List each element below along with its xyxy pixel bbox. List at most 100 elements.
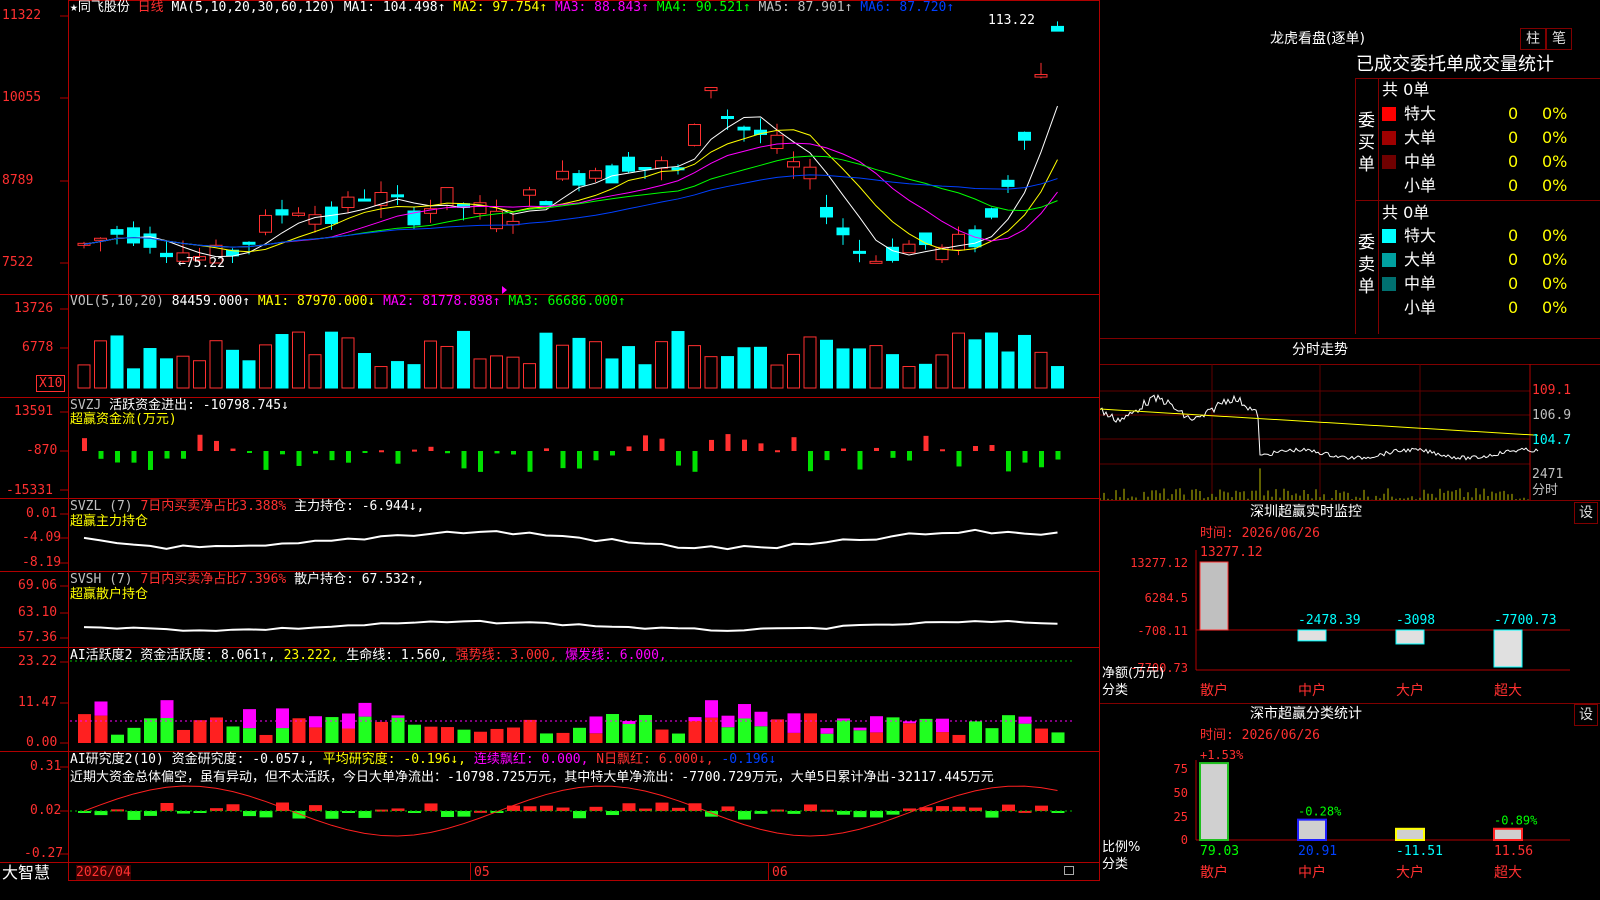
bar-mode-button[interactable]: 柱 (1520, 28, 1546, 50)
flow-bar (478, 451, 483, 472)
activity-bar (969, 721, 982, 743)
monitor-settings-button[interactable]: 设 (1574, 502, 1598, 524)
volume-bar (77, 364, 91, 389)
activity-bar (177, 729, 190, 743)
candle-body (391, 194, 404, 198)
period-label[interactable]: 日线 (138, 0, 164, 15)
stats-ylabel: 比例% (1102, 840, 1141, 855)
activity-bar-top (160, 700, 174, 719)
stats-settings-button[interactable]: 设 (1574, 704, 1598, 726)
research-bar (457, 811, 471, 817)
stats-axis-label: 25 (1174, 810, 1188, 824)
favorite-star-icon[interactable]: ★ (70, 0, 78, 15)
volume-bar (919, 363, 932, 389)
candle-body (341, 196, 355, 209)
monitor-bar (1199, 561, 1229, 631)
research-bar (1035, 805, 1048, 811)
ma-line (83, 105, 1058, 258)
stats-chart[interactable]: 75 50 25 0 +1.53% 79.03 散户 -0.28% 20.91 中户 -11.51 大… (1100, 740, 1600, 900)
stats-bar (1395, 827, 1425, 842)
stats-category: 超大 (1494, 865, 1522, 881)
activity-bar (474, 731, 487, 743)
research-bar (358, 811, 372, 818)
lock-icon[interactable] (1064, 866, 1074, 875)
intraday-chart[interactable] (1100, 364, 1600, 500)
volume-bar (424, 340, 437, 389)
candle-body (985, 208, 998, 218)
candle-body (572, 173, 586, 186)
ma-item: MA3: 88.843↑ (547, 0, 649, 15)
activity-bar (127, 727, 141, 743)
research-bar (969, 807, 982, 811)
tick-mode-button[interactable]: 笔 (1546, 28, 1572, 50)
res-last: -0.196↓ (721, 752, 777, 767)
candle-body (902, 243, 916, 254)
flow-bar (362, 451, 368, 453)
activity-bar (952, 734, 966, 743)
order-count: 0 (1508, 226, 1519, 245)
volume-bar (143, 348, 157, 389)
activity-bar (1035, 728, 1048, 743)
activity-bar-top (870, 716, 883, 733)
candle-body (737, 126, 751, 131)
candle-body (853, 250, 866, 254)
research-bar (111, 809, 124, 812)
activity-bar (556, 732, 570, 743)
volume-bar (820, 339, 833, 389)
volume-bar (358, 353, 371, 389)
candle-body (292, 212, 305, 216)
capital-flow-bars (82, 434, 1061, 472)
candle-body (589, 170, 602, 179)
volume-bar (589, 341, 602, 389)
stock-name[interactable]: 同飞股份 (78, 0, 130, 15)
research-bar (606, 811, 619, 816)
order-type: 大单 (1404, 128, 1437, 147)
candle-body (820, 206, 833, 218)
monitor-bar (1297, 629, 1327, 642)
ma-legend: ★同飞股份 日线 MA(5,10,20,30,60,120) MA1: 104.… (70, 0, 954, 15)
monitor-bar-value: -7700.73 (1494, 613, 1557, 628)
activity-bar (903, 723, 916, 743)
volume-bar (407, 364, 421, 389)
flow-bar (692, 451, 698, 472)
research-bar (738, 811, 751, 820)
volume-bar (176, 355, 190, 389)
activity-bar-top (738, 704, 751, 719)
flow-bar (659, 438, 665, 451)
volume-bar (869, 345, 883, 389)
order-color-swatch (1382, 301, 1396, 315)
stats-bar-value: -11.51 (1396, 844, 1443, 859)
monitor-time: 时间: 2026/06/26 (1200, 526, 1320, 541)
res-nred: N日飘红: 6.000↓, (596, 752, 714, 767)
activity-bar (193, 720, 207, 743)
svsh-axis-label: 63.10 (18, 605, 58, 620)
candle-body (622, 156, 635, 172)
volume-bar (457, 330, 470, 389)
volume-bar (886, 354, 899, 389)
volume-bar (94, 340, 107, 389)
brand-logo[interactable]: 大智慧 (2, 863, 50, 883)
stats-category: 散户 (1200, 864, 1228, 881)
activity-bar-top (1018, 716, 1032, 724)
volume-bar (308, 354, 322, 389)
monitor-category: 大户 (1396, 682, 1424, 699)
research-bar (424, 803, 438, 811)
activity-bar-top (94, 701, 108, 716)
res-axis-label: 0.31 (30, 759, 62, 774)
tab-trade-stats[interactable]: 已成交委托单成交量统计 (1356, 54, 1554, 76)
activity-bar-top (276, 708, 289, 729)
ma-line (83, 142, 1058, 248)
flow-bar (445, 451, 450, 454)
buy-total: 共 0单 (1382, 80, 1430, 99)
research-bar (787, 811, 801, 814)
volume-bar (1018, 334, 1031, 389)
activity-bar (622, 723, 636, 743)
intraday-title: 分时走势 (1292, 342, 1348, 358)
monitor-chart[interactable]: 13277.12 6284.5 -708.11 -7700.73 散户 -2478.39 中… (1100, 540, 1600, 705)
flow-bar (857, 451, 863, 470)
volume-bar (935, 354, 949, 389)
flow-bar (890, 451, 896, 458)
candle-body (721, 116, 734, 120)
intraday-axis: 2471 (1532, 467, 1564, 482)
stats-bar-value: 11.56 (1494, 844, 1533, 859)
